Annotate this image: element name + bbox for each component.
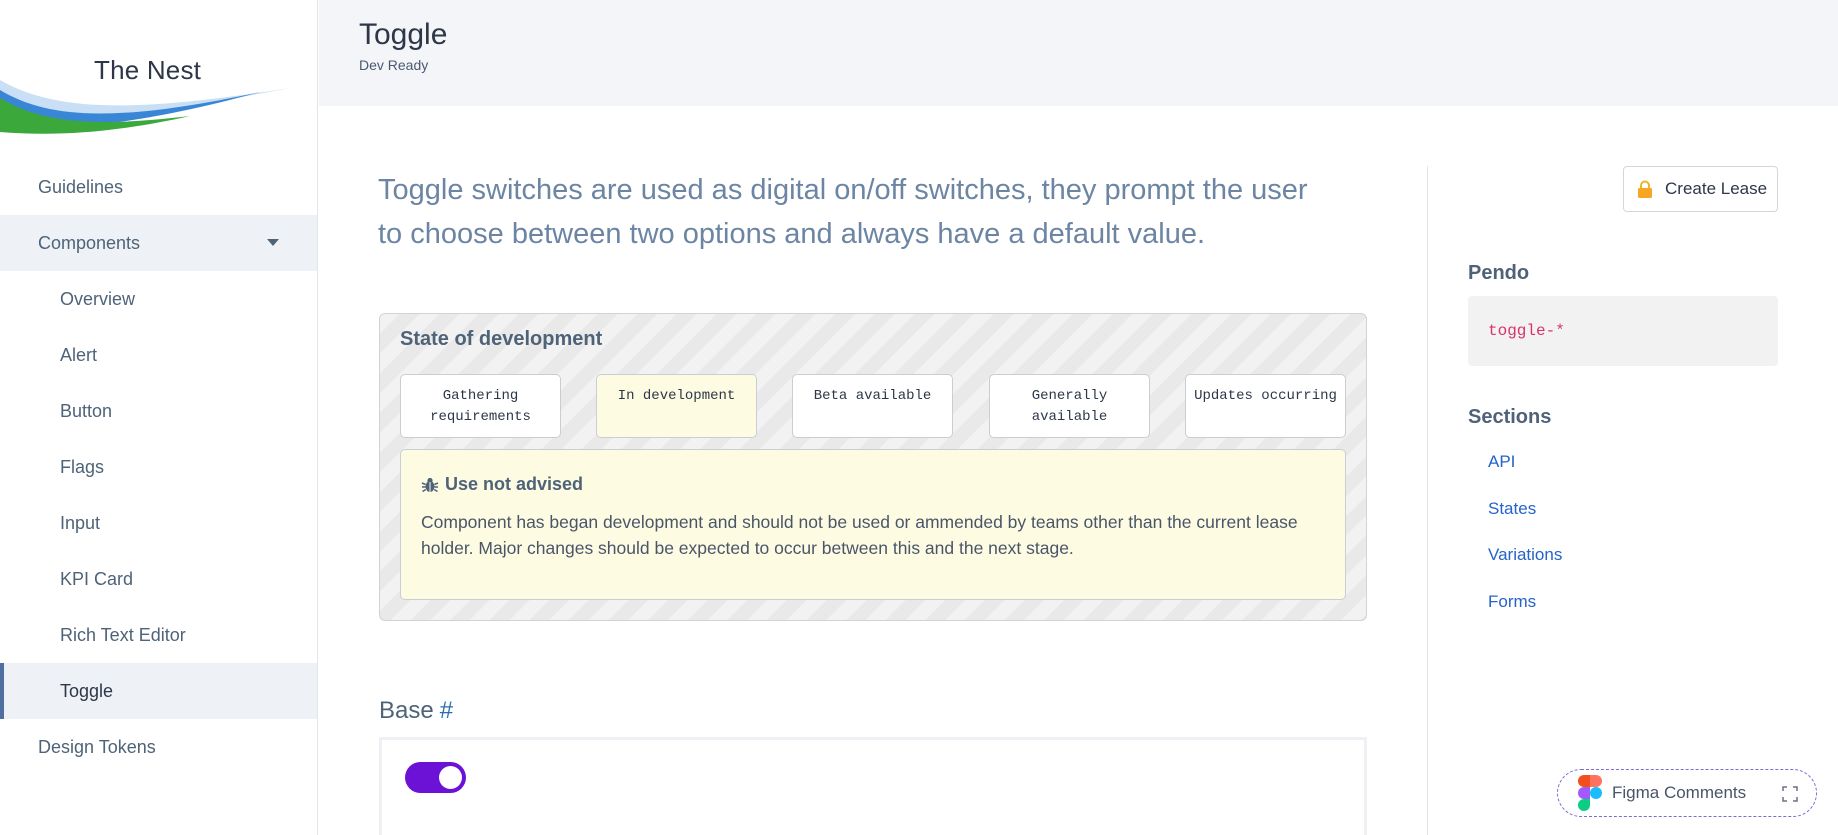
caret-down-icon <box>267 239 279 246</box>
create-lease-label: Create Lease <box>1665 179 1768 198</box>
page-title: Toggle <box>359 18 448 51</box>
figma-comments-label: Figma Comments <box>1612 783 1747 802</box>
stage-gathering-requirements: Gathering requirements <box>400 374 561 438</box>
toggle-knob <box>439 766 462 789</box>
sidebar-item-alert[interactable]: Alert <box>0 327 317 383</box>
figma-comments-button[interactable]: Figma Comments <box>1557 769 1817 817</box>
brand-title: The Nest <box>94 55 202 85</box>
sidebar-item-label: Components <box>38 232 141 253</box>
notice-heading: Use not advised <box>421 474 583 495</box>
sidebar-item-components[interactable]: Components <box>0 215 317 271</box>
stage-notice: Use not advised Component has began deve… <box>400 449 1346 600</box>
figma-icon <box>1578 775 1602 811</box>
brand: The Nest <box>0 0 317 150</box>
sidebar-item-overview[interactable]: Overview <box>0 271 317 327</box>
stage-updates-occurring: Updates occurring <box>1185 374 1346 438</box>
intro-text: Toggle switches are used as digital on/o… <box>378 174 1308 250</box>
state-title: State of development <box>400 328 603 350</box>
base-toggle-switch[interactable] <box>405 762 466 793</box>
section-link-api[interactable]: API <box>1488 452 1515 472</box>
notice-body: Component has began development and shou… <box>421 512 1298 558</box>
sidebar-item-design-tokens[interactable]: Design Tokens <box>0 719 317 775</box>
expand-icon[interactable] <box>1782 786 1798 802</box>
stage-generally-available: Generally available <box>989 374 1150 438</box>
notice-title: Use not advised <box>445 474 584 494</box>
section-link-variations[interactable]: Variations <box>1488 545 1562 565</box>
base-heading: Base # <box>379 697 453 725</box>
sections-heading: Sections <box>1468 406 1552 428</box>
base-heading-label: Base <box>379 697 434 724</box>
sidebar-nav: Guidelines Components Overview Alert But… <box>0 159 317 775</box>
section-link-states[interactable]: States <box>1488 499 1536 519</box>
sidebar-item-button[interactable]: Button <box>0 383 317 439</box>
state-of-development-panel: State of development Gathering requireme… <box>379 313 1367 621</box>
sidebar-item-rich-text-editor[interactable]: Rich Text Editor <box>0 607 317 663</box>
sidebar-item-flags[interactable]: Flags <box>0 439 317 495</box>
base-anchor-link[interactable]: # <box>440 697 453 724</box>
pendo-code: toggle-* <box>1468 296 1778 366</box>
sidebar-item-guidelines[interactable]: Guidelines <box>0 159 317 215</box>
section-link-forms[interactable]: Forms <box>1488 592 1536 612</box>
create-lease-button[interactable]: Create Lease <box>1623 166 1778 212</box>
lock-icon <box>1638 180 1652 198</box>
stage-in-development: In development <box>596 374 757 438</box>
base-demo-panel <box>379 737 1367 835</box>
page-status: Dev Ready <box>359 57 429 73</box>
sidebar: The Nest Guidelines Components Overview … <box>0 0 318 835</box>
pendo-heading: Pendo <box>1468 262 1530 284</box>
sidebar-item-toggle[interactable]: Toggle <box>0 663 317 719</box>
sidebar-item-kpi-card[interactable]: KPI Card <box>0 551 317 607</box>
rail-divider <box>1427 166 1428 835</box>
sidebar-item-input[interactable]: Input <box>0 495 317 551</box>
bug-icon <box>421 477 439 492</box>
page-header: Toggle Dev Ready <box>319 0 1838 106</box>
stage-beta-available: Beta available <box>792 374 953 438</box>
